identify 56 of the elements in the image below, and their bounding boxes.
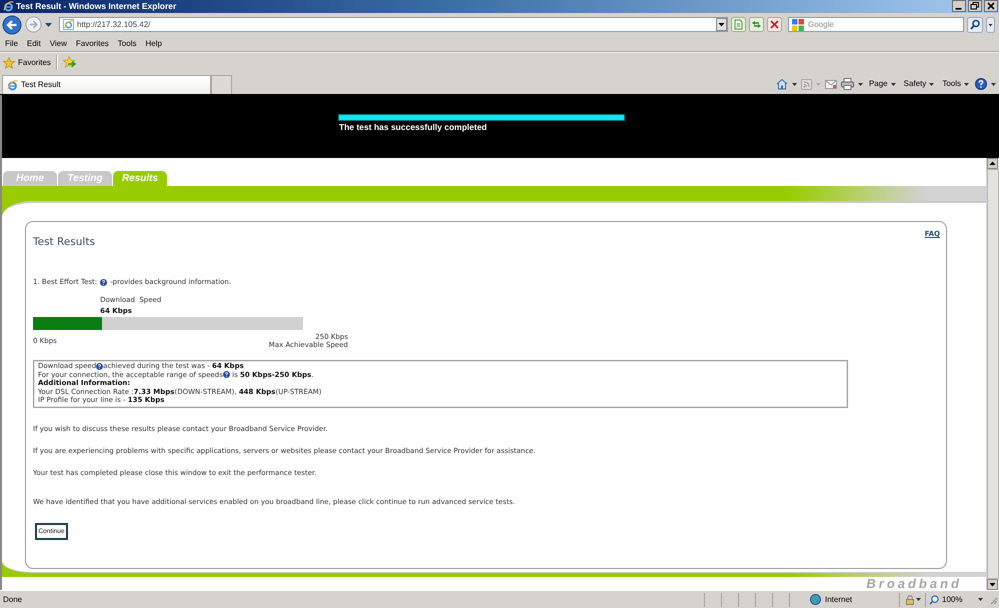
zoom-icon[interactable] [929,594,939,605]
menu-item[interactable]: Tools [118,38,136,49]
star-arrow-icon[interactable] [62,56,77,70]
new-tab-button[interactable] [211,75,232,94]
command-menu-button[interactable]: Page [866,79,898,90]
zoom-level[interactable]: 100% [942,595,962,604]
page-icon [63,19,74,30]
help-icon[interactable] [975,78,987,90]
favorites-button[interactable]: Favorites [3,56,51,69]
menu-item[interactable]: Favorites [76,38,109,49]
globe-icon [810,594,821,606]
status-message: The test has successfully completed [339,122,487,134]
help-icon [100,278,108,286]
back-icon[interactable] [2,14,22,35]
caret-icon [929,82,934,86]
menu-item[interactable]: View [50,38,67,49]
caret-icon[interactable] [916,598,921,602]
menu-item[interactable]: File [5,38,18,49]
address-field[interactable]: http://217.32.105.42/ [59,17,728,32]
stop-icon[interactable] [767,17,782,32]
resize-grip-icon[interactable] [988,594,998,605]
caret-icon[interactable] [858,82,863,86]
window-title: Test Result - Windows Internet Explorer [16,0,178,12]
refresh-icon[interactable] [749,17,764,32]
minimize-icon[interactable] [952,0,966,12]
caret-icon[interactable] [991,82,996,86]
browser-tab[interactable]: Test Result [2,75,211,94]
restore-icon[interactable] [968,0,982,12]
caret-icon[interactable] [792,82,797,86]
page-title: Test Results [33,236,95,248]
mail-icon[interactable] [824,80,837,89]
scroll-up-icon[interactable] [987,158,998,170]
status-text: Done [3,594,24,605]
help-icon [96,362,104,370]
browser-logo-icon [7,80,18,91]
scroll-down-icon[interactable] [987,579,998,590]
star-icon [3,56,15,69]
command-menu-button[interactable]: Safety [902,79,936,90]
search-icon[interactable] [967,16,983,33]
menu-item[interactable]: Help [145,38,162,49]
caret-icon[interactable] [986,16,995,33]
browser-logo-icon [3,0,14,12]
menu-item[interactable]: Edit [26,38,41,49]
help-icon [222,371,230,378]
command-menu-button[interactable]: Tools [940,79,971,90]
caret-icon[interactable] [978,598,983,602]
close-icon[interactable] [984,0,998,12]
caret-icon[interactable] [45,22,52,27]
brand-text: Broadband [866,577,962,590]
caret-icon [964,82,969,86]
search-field[interactable]: Google [788,17,964,32]
home-icon[interactable] [776,78,788,90]
security-zone: Internet [825,595,852,604]
printer-icon[interactable] [840,78,854,90]
tiles-icon [792,18,804,31]
caret-icon [890,82,896,86]
